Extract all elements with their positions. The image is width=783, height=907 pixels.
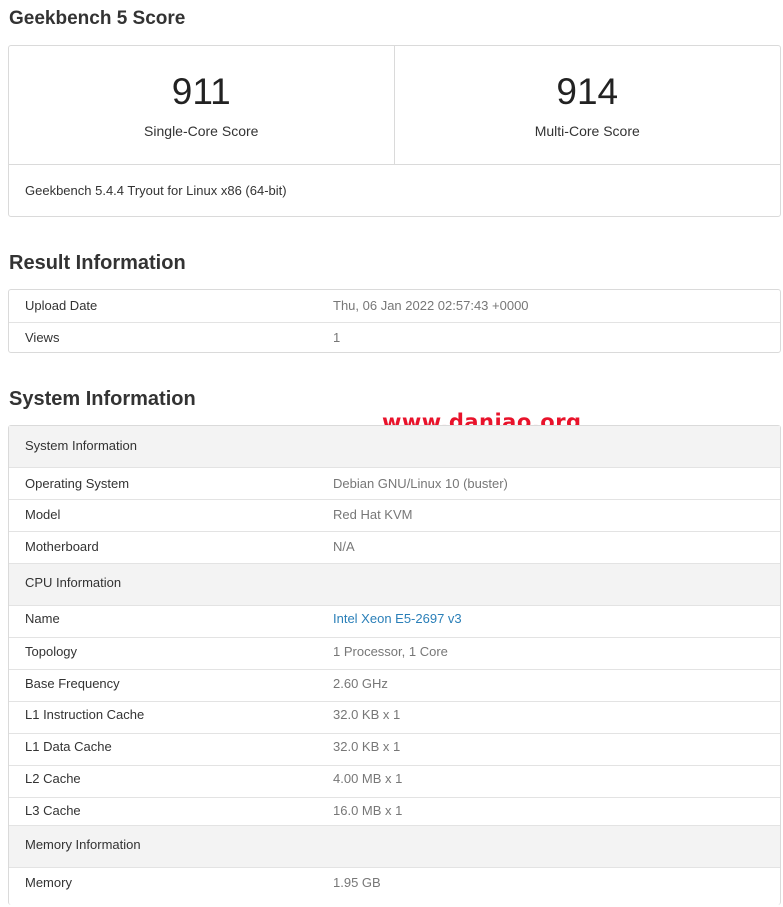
table-row: Motherboard N/A: [9, 531, 780, 563]
row-key: Topology: [25, 644, 78, 659]
row-value: Thu, 06 Jan 2022 02:57:43 +0000: [333, 298, 529, 313]
benchmark-version: Geekbench 5.4.4 Tryout for Linux x86 (64…: [9, 164, 780, 216]
table-row: L2 Cache 4.00 MB x 1: [9, 765, 780, 797]
system-table: System Information Operating System Debi…: [8, 425, 781, 905]
row-value: 32.0 KB x 1: [333, 739, 401, 754]
result-section-title: Result Information: [9, 252, 186, 274]
row-value: 1.95 GB: [333, 875, 381, 890]
row-key: L3 Cache: [25, 803, 81, 818]
row-key: Memory: [25, 875, 72, 890]
row-value: 4.00 MB x 1: [333, 771, 403, 786]
group-header-label: CPU Information: [25, 575, 122, 590]
table-row: L3 Cache 16.0 MB x 1: [9, 797, 780, 825]
table-row: Name Intel Xeon E5-2697 v3: [9, 605, 780, 637]
row-value: 32.0 KB x 1: [333, 707, 401, 722]
multi-core-label: Multi-Core Score: [534, 123, 640, 139]
row-value: Debian GNU/Linux 10 (buster): [333, 476, 508, 491]
row-key: Views: [25, 330, 60, 345]
row-key: Name: [25, 611, 60, 626]
single-core-label: Single-Core Score: [144, 123, 259, 139]
single-core-cell: 911 Single-Core Score: [9, 46, 395, 164]
table-row: Model Red Hat KVM: [9, 499, 780, 531]
row-key: Base Frequency: [25, 676, 120, 691]
row-value: 16.0 MB x 1: [333, 803, 403, 818]
table-row: L1 Instruction Cache 32.0 KB x 1: [9, 701, 780, 733]
row-value: 1: [333, 330, 341, 345]
table-row: L1 Data Cache 32.0 KB x 1: [9, 733, 780, 765]
multi-core-score: 914: [556, 71, 619, 112]
table-row: Memory 1.95 GB: [9, 867, 780, 907]
table-row: Upload Date Thu, 06 Jan 2022 02:57:43 +0…: [9, 290, 780, 322]
score-section-title: Geekbench 5 Score: [9, 8, 186, 29]
row-key: Operating System: [25, 476, 130, 491]
row-value: 2.60 GHz: [333, 676, 388, 691]
row-key: L2 Cache: [25, 771, 81, 786]
table-row: Views 1: [9, 322, 780, 353]
group-header-memory: Memory Information: [9, 825, 780, 867]
single-core-score: 911: [171, 71, 231, 112]
row-key: L1 Data Cache: [25, 739, 112, 754]
table-row: Base Frequency 2.60 GHz: [9, 669, 780, 701]
group-header-label: System Information: [25, 438, 137, 453]
row-key: Motherboard: [25, 539, 99, 554]
row-value: Red Hat KVM: [333, 507, 413, 522]
score-panel: 911 Single-Core Score 914 Multi-Core Sco…: [8, 45, 781, 217]
group-header-label: Memory Information: [25, 837, 141, 852]
multi-core-cell: 914 Multi-Core Score: [395, 46, 781, 164]
group-header-cpu: CPU Information: [9, 563, 780, 605]
cpu-name-link[interactable]: Intel Xeon E5-2697 v3: [333, 606, 462, 632]
table-row: Topology 1 Processor, 1 Core: [9, 637, 780, 669]
row-value: N/A: [333, 539, 355, 554]
row-value: 1 Processor, 1 Core: [333, 644, 448, 659]
system-section-title: System Information: [9, 388, 196, 410]
row-key: Upload Date: [25, 298, 98, 313]
table-row: Operating System Debian GNU/Linux 10 (bu…: [9, 467, 780, 499]
row-key: L1 Instruction Cache: [25, 707, 145, 722]
group-header-system: System Information: [9, 426, 780, 467]
result-table: Upload Date Thu, 06 Jan 2022 02:57:43 +0…: [8, 289, 781, 353]
row-key: Model: [25, 507, 61, 522]
